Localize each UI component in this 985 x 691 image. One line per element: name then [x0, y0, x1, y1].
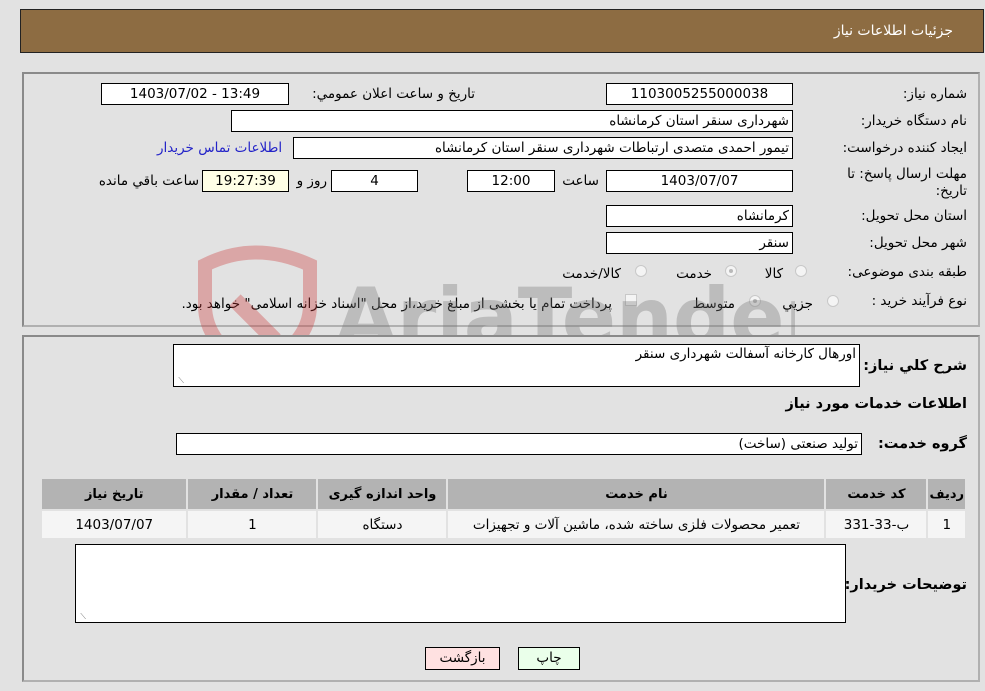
- col-header-quantity: تعداد / مقدار: [186, 477, 319, 511]
- cell-row-number: 1: [926, 509, 967, 540]
- table-header-row: ردیف کد خدمت نام خدمت واحد اندازه گیری ت…: [39, 477, 967, 511]
- col-header-service-code: کد خدمت: [824, 477, 929, 511]
- print-button[interactable]: چاپ: [518, 647, 580, 670]
- deadline-date-field: 1403/07/07: [606, 170, 793, 192]
- creator-label: ایجاد کننده درخواست:: [842, 140, 967, 156]
- deadline-label: مهلت ارسال پاسخ: تا تاریخ:: [847, 166, 967, 199]
- remaining-label: ساعت باقي مانده: [98, 173, 199, 189]
- services-heading: اطلاعات خدمات مورد نیاز: [785, 396, 967, 412]
- description-text: اورهال کارخانه آسفالت شهرداری سنقر: [635, 346, 856, 362]
- process-option-medium: متوسط: [692, 296, 735, 312]
- remaining-time-field: 19:27:39: [202, 170, 289, 192]
- resize-grip-icon[interactable]: ⟋: [176, 377, 184, 385]
- description-textarea[interactable]: اورهال کارخانه آسفالت شهرداری سنقر ⟋: [173, 344, 860, 387]
- category-option-goods: کالا: [764, 266, 783, 282]
- process-option-minor: جزيي: [782, 296, 813, 312]
- description-label: شرح كلي نياز:: [863, 358, 967, 374]
- province-field: کرمانشاه: [606, 205, 793, 227]
- category-option-service: خدمت: [676, 266, 712, 282]
- announce-datetime-field: 1403/07/02 - 13:49: [101, 83, 289, 105]
- page-title: جزئیات اطلاعات نیاز: [833, 23, 953, 39]
- services-table: ردیف کد خدمت نام خدمت واحد اندازه گیری ت…: [39, 477, 967, 540]
- buyer-notes-label: توضیحات خریدار:: [844, 577, 967, 593]
- cell-need-date: 1403/07/07: [39, 509, 189, 540]
- announce-label: تاریخ و ساعت اعلان عمومي:: [312, 86, 475, 102]
- back-button[interactable]: بازگشت: [425, 647, 500, 670]
- cell-service-code: ب-33-331: [824, 509, 929, 540]
- city-field: سنقر: [606, 232, 793, 254]
- category-option-goods-service: کالا/خدمت: [562, 266, 621, 282]
- category-radio-goods[interactable]: [795, 265, 807, 277]
- buyer-org-label: نام دستگاه خریدار:: [860, 113, 967, 129]
- city-label: شهر محل تحویل:: [869, 235, 967, 251]
- cell-service-name: تعمیر محصولات فلزی ساخته شده، ماشین آلات…: [446, 509, 827, 540]
- process-radio-medium[interactable]: [749, 295, 761, 307]
- deadline-time-field: 12:00: [467, 170, 555, 192]
- service-group-label: گروه خدمت:: [877, 436, 967, 452]
- deadline-time-label: ساعت: [562, 173, 599, 189]
- days-label: روز و: [296, 173, 327, 189]
- cell-quantity: 1: [186, 509, 319, 540]
- category-radio-service[interactable]: [725, 265, 737, 277]
- creator-field: تیمور احمدی متصدی ارتباطات شهرداری سنقر …: [293, 137, 793, 159]
- col-header-service-name: نام خدمت: [446, 477, 827, 511]
- cell-unit: دستگاه: [316, 509, 449, 540]
- days-remaining-field: 4: [331, 170, 418, 192]
- col-header-unit: واحد اندازه گیری: [316, 477, 449, 511]
- service-group-field: تولید صنعتی (ساخت): [176, 433, 862, 455]
- buyer-org-field: شهرداری سنقر استان کرمانشاه: [231, 110, 793, 132]
- treasury-note: پرداخت تمام یا بخشی از مبلغ خرید،از محل …: [181, 296, 612, 312]
- table-row: 1 ب-33-331 تعمیر محصولات فلزی ساخته شده،…: [39, 509, 967, 540]
- province-label: استان محل تحویل:: [861, 208, 967, 224]
- col-header-need-date: تاریخ نیاز: [39, 477, 189, 511]
- resize-grip-icon[interactable]: ⟋: [78, 613, 86, 621]
- col-header-row-number: ردیف: [926, 477, 967, 511]
- page-header: جزئیات اطلاعات نیاز: [20, 9, 984, 53]
- buyer-contact-link[interactable]: اطلاعات تماس خریدار: [157, 140, 282, 156]
- need-number-field: 1103005255000038: [606, 83, 793, 105]
- buyer-notes-textarea[interactable]: ⟋: [75, 544, 846, 623]
- treasury-checkbox[interactable]: [625, 294, 637, 306]
- process-label: نوع فرآیند خرید :: [871, 293, 967, 309]
- process-radio-minor[interactable]: [827, 295, 839, 307]
- category-radio-goods-service[interactable]: [635, 265, 647, 277]
- category-label: طبقه بندی موضوعی:: [847, 264, 967, 280]
- need-number-label: شماره نیاز:: [902, 86, 967, 102]
